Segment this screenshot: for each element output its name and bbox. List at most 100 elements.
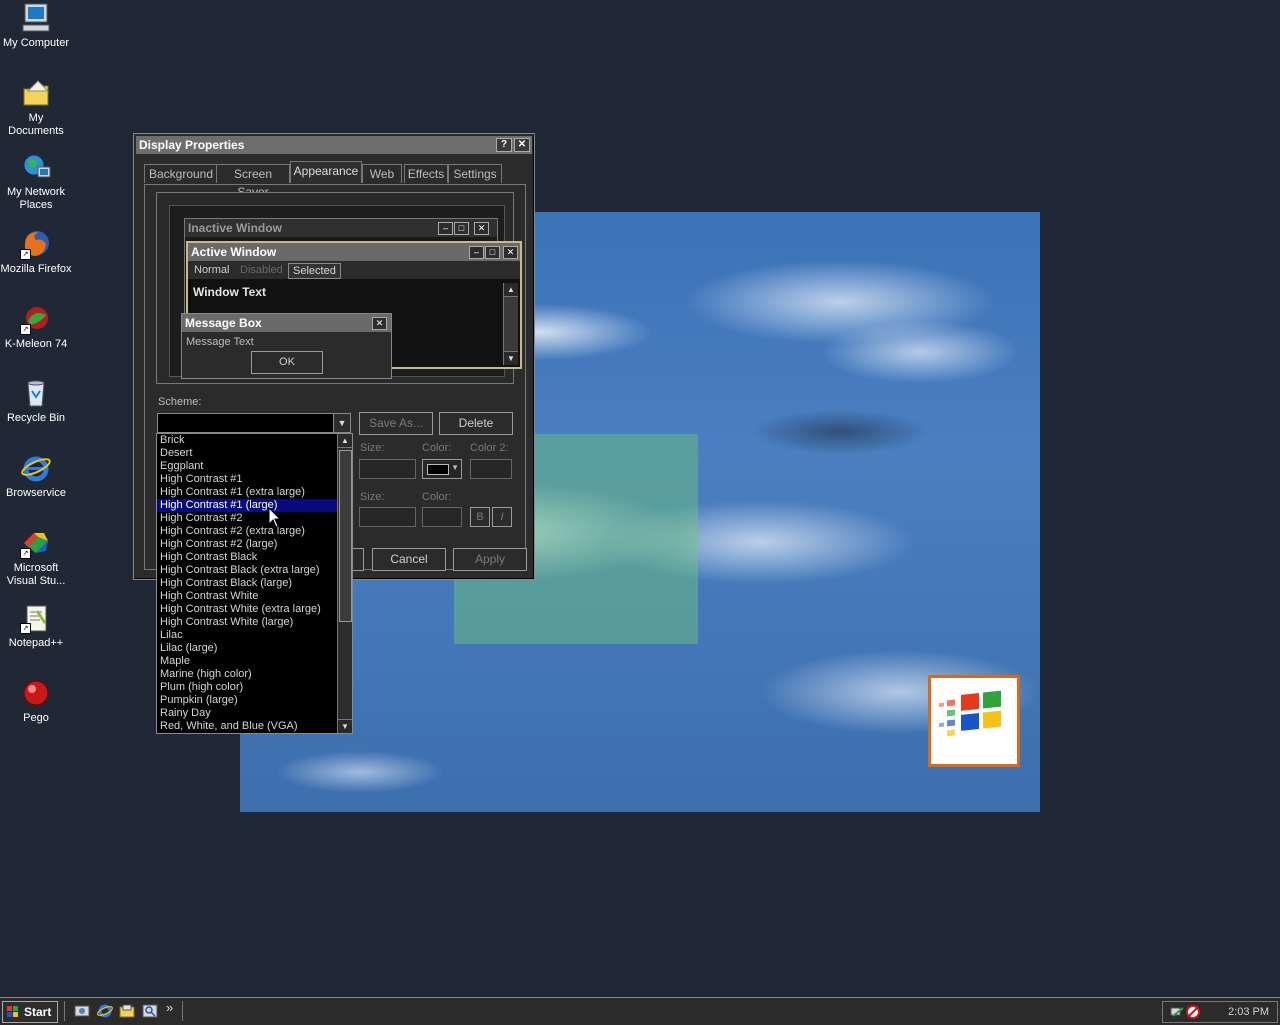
scheme-list-item[interactable]: High Contrast White (large) (157, 616, 337, 629)
font-size-label: Size: (360, 491, 385, 503)
scheme-list-item[interactable]: Brick (157, 434, 337, 447)
bold-button[interactable]: B (470, 507, 490, 527)
desktop-icon-label: Pego (23, 712, 49, 724)
font-color-picker[interactable] (422, 507, 462, 527)
scheme-list-item[interactable]: Plum (high color) (157, 681, 337, 694)
scheme-list-item[interactable]: Pumpkin (large) (157, 694, 337, 707)
desktop-icon-label: Notepad++ (8, 637, 64, 649)
color-swatch (427, 464, 449, 475)
scheme-list-item[interactable]: Lilac (large) (157, 642, 337, 655)
folder-icon (20, 77, 52, 109)
scheme-list-item[interactable]: High Contrast Black (extra large) (157, 564, 337, 577)
size-spinner[interactable] (359, 459, 416, 479)
maximize-icon: □ (454, 222, 469, 235)
menu-item-selected[interactable]: Selected (288, 263, 341, 279)
start-button[interactable]: Start (2, 1001, 58, 1023)
scheme-list-item[interactable]: High Contrast #2 (large) (157, 538, 337, 551)
scheme-list-item[interactable]: Marine (high color) (157, 668, 337, 681)
ie-icon (20, 452, 52, 484)
help-button[interactable]: ? (496, 138, 512, 152)
scheme-list-item[interactable]: High Contrast White (157, 590, 337, 603)
scroll-down-icon: ▼ (504, 351, 518, 365)
delete-button[interactable]: Delete (439, 412, 513, 435)
shortcut-arrow-icon: ↗ (20, 548, 31, 559)
scheme-list-item[interactable]: Desert (157, 447, 337, 460)
scheme-dropdown-list[interactable]: Brick Desert Eggplant High Contrast #1 High … (156, 433, 353, 734)
scheme-list-item[interactable]: High Contrast #1 (large) (157, 499, 337, 512)
font-size-select[interactable] (359, 507, 416, 527)
scheme-list-scrollbar[interactable]: ▲ ▼ (337, 434, 352, 733)
scheme-list-item[interactable]: Lilac (157, 629, 337, 642)
scheme-list-item[interactable]: High Contrast Black (large) (157, 577, 337, 590)
visual-studio-icon: ↗ (20, 527, 52, 559)
apply-button[interactable]: Apply (453, 548, 527, 571)
chevron-down-icon: ▼ (451, 463, 459, 472)
desktop-icon-my-documents[interactable]: My Documents (0, 77, 72, 138)
scheme-list-item[interactable]: High Contrast White (extra large) (157, 603, 337, 616)
tab-web[interactable]: Web (362, 164, 402, 183)
desktop-icon-label: K-Meleon 74 (4, 338, 68, 350)
scheme-list-item[interactable]: High Contrast Black (157, 551, 337, 564)
scheme-list-item[interactable]: High Contrast #1 (157, 473, 337, 486)
network-tray-icon[interactable] (1169, 1004, 1185, 1020)
scheme-list-item[interactable]: High Contrast #2 (157, 512, 337, 525)
desktop-icon-recycle-bin[interactable]: Recycle Bin (0, 377, 72, 425)
windows-flag-icon (7, 1006, 18, 1017)
preview-scrollbar[interactable]: ▲ ▼ (503, 283, 518, 365)
close-button[interactable]: ✕ (514, 138, 530, 152)
show-desktop-icon[interactable] (74, 1004, 90, 1018)
menu-item-normal[interactable]: Normal (190, 263, 233, 277)
desktop-icon-my-network-places[interactable]: My Network Places (0, 151, 72, 212)
scroll-thumb[interactable] (339, 450, 352, 622)
scroll-up-icon[interactable]: ▲ (338, 434, 352, 448)
tab-screen-saver[interactable]: Screen Saver (216, 164, 290, 199)
save-as-button[interactable]: Save As... (359, 412, 433, 435)
close-icon: ✕ (503, 246, 518, 259)
scheme-list-item[interactable]: Red, White, and Blue (VGA) (157, 720, 337, 733)
chevron-down-icon[interactable]: ▼ (333, 414, 350, 432)
minimize-icon: – (438, 222, 453, 235)
tab-effects[interactable]: Effects (404, 164, 448, 183)
desktop-icon-browservice[interactable]: Browservice (0, 452, 72, 500)
security-tray-icon[interactable] (1185, 1004, 1201, 1020)
message-text: Message Text (186, 336, 254, 348)
scheme-list-item[interactable]: High Contrast #2 (extra large) (157, 525, 337, 538)
cancel-button[interactable]: Cancel (372, 548, 446, 571)
menu-item-disabled[interactable]: Disabled (236, 263, 287, 277)
computer-icon (20, 2, 52, 34)
italic-button[interactable]: I (492, 507, 512, 527)
scroll-down-icon[interactable]: ▼ (338, 719, 352, 733)
scheme-combobox[interactable]: ▼ (157, 413, 351, 433)
message-ok-button[interactable]: OK (251, 351, 323, 374)
desktop-icon-notepad-plus-plus[interactable]: ↗ Notepad++ (0, 602, 72, 650)
color2-picker[interactable] (470, 459, 512, 479)
ie-icon[interactable] (97, 1004, 113, 1018)
desktop-icon-label: My Network Places (6, 186, 66, 211)
color-picker[interactable]: ▼ (422, 459, 462, 479)
scheme-list-item[interactable]: Rainy Day (157, 707, 337, 720)
quick-launch-more-icon[interactable]: » (166, 1000, 173, 1015)
explorer-icon[interactable] (119, 1004, 135, 1018)
dialog-titlebar[interactable]: Display Properties ? ✕ (136, 136, 532, 154)
preview-message-box[interactable]: Message Box ✕ Message Text OK (181, 313, 392, 379)
desktop-icon-visual-studio[interactable]: ↗ Microsoft Visual Stu... (0, 527, 72, 588)
scheme-list-items: Brick Desert Eggplant High Contrast #1 High … (157, 434, 337, 733)
desktop-icon-pego[interactable]: Pego (0, 677, 72, 725)
scheme-list-item[interactable]: High Contrast #1 (extra large) (157, 486, 337, 499)
tab-settings[interactable]: Settings (448, 164, 502, 183)
window-text-sample[interactable]: Window Text (193, 285, 266, 299)
desktop-icon-my-computer[interactable]: My Computer (0, 2, 72, 50)
recycle-bin-icon (20, 377, 52, 409)
scheme-label: Scheme: (158, 396, 202, 408)
tab-background[interactable]: Background (144, 164, 218, 183)
taskbar-clock[interactable]: 2:03 PM (1228, 1002, 1269, 1022)
desktop-icon-k-meleon[interactable]: ↗ K-Meleon 74 (0, 303, 72, 351)
tab-appearance[interactable]: Appearance (290, 161, 362, 183)
maximize-icon: □ (485, 246, 500, 259)
scheme-list-item[interactable]: Eggplant (157, 460, 337, 473)
search-icon[interactable] (142, 1004, 158, 1018)
desktop-icon-label: Browservice (6, 487, 66, 499)
scheme-list-item[interactable]: Maple (157, 655, 337, 668)
color-label: Color: (422, 442, 452, 454)
desktop-icon-mozilla-firefox[interactable]: ↗ Mozilla Firefox (0, 228, 72, 276)
